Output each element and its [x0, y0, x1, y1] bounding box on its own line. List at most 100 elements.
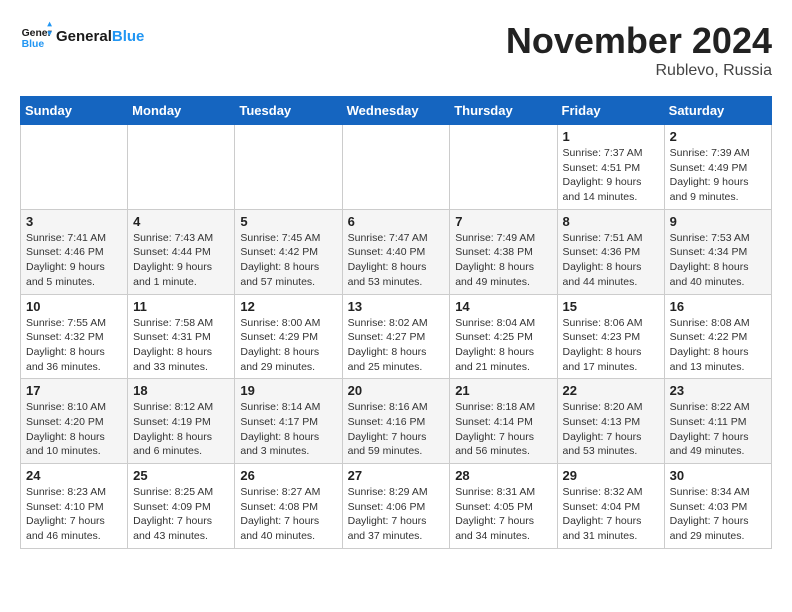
calendar-cell — [235, 125, 342, 210]
day-number: 1 — [563, 129, 659, 144]
calendar-cell: 3 Sunrise: 7:41 AMSunset: 4:46 PMDaylight… — [21, 209, 128, 294]
day-number: 25 — [133, 468, 229, 483]
day-info: Sunrise: 8:31 AMSunset: 4:05 PMDaylight:… — [455, 485, 551, 544]
day-info: Sunrise: 8:10 AMSunset: 4:20 PMDaylight:… — [26, 400, 122, 459]
location: Rublevo, Russia — [506, 62, 772, 80]
day-info: Sunrise: 8:29 AMSunset: 4:06 PMDaylight:… — [348, 485, 445, 544]
day-info: Sunrise: 8:06 AMSunset: 4:23 PMDaylight:… — [563, 316, 659, 375]
day-info: Sunrise: 8:04 AMSunset: 4:25 PMDaylight:… — [455, 316, 551, 375]
day-info: Sunrise: 7:47 AMSunset: 4:40 PMDaylight:… — [348, 231, 445, 290]
day-info: Sunrise: 8:00 AMSunset: 4:29 PMDaylight:… — [240, 316, 336, 375]
day-info: Sunrise: 7:55 AMSunset: 4:32 PMDaylight:… — [26, 316, 122, 375]
day-number: 2 — [670, 129, 766, 144]
calendar-cell — [128, 125, 235, 210]
calendar-cell — [21, 125, 128, 210]
day-info: Sunrise: 8:23 AMSunset: 4:10 PMDaylight:… — [26, 485, 122, 544]
day-info: Sunrise: 7:45 AMSunset: 4:42 PMDaylight:… — [240, 231, 336, 290]
logo: General Blue GeneralBlue — [20, 20, 144, 52]
day-info: Sunrise: 8:08 AMSunset: 4:22 PMDaylight:… — [670, 316, 766, 375]
title-block: November 2024 Rublevo, Russia — [506, 20, 772, 80]
day-number: 11 — [133, 299, 229, 314]
day-number: 28 — [455, 468, 551, 483]
calendar-cell: 10 Sunrise: 7:55 AMSunset: 4:32 PMDayligh… — [21, 294, 128, 379]
calendar-cell: 6 Sunrise: 7:47 AMSunset: 4:40 PMDaylight… — [342, 209, 450, 294]
col-thursday: Thursday — [450, 97, 557, 125]
calendar-cell: 9 Sunrise: 7:53 AMSunset: 4:34 PMDaylight… — [664, 209, 771, 294]
col-wednesday: Wednesday — [342, 97, 450, 125]
day-number: 14 — [455, 299, 551, 314]
day-number: 10 — [26, 299, 122, 314]
calendar-cell: 4 Sunrise: 7:43 AMSunset: 4:44 PMDaylight… — [128, 209, 235, 294]
day-number: 8 — [563, 214, 659, 229]
day-number: 7 — [455, 214, 551, 229]
day-number: 3 — [26, 214, 122, 229]
day-info: Sunrise: 8:20 AMSunset: 4:13 PMDaylight:… — [563, 400, 659, 459]
calendar-cell: 29 Sunrise: 8:32 AMSunset: 4:04 PMDayligh… — [557, 464, 664, 549]
svg-text:Blue: Blue — [22, 39, 45, 50]
calendar-cell: 17 Sunrise: 8:10 AMSunset: 4:20 PMDayligh… — [21, 379, 128, 464]
col-monday: Monday — [128, 97, 235, 125]
day-info: Sunrise: 8:25 AMSunset: 4:09 PMDaylight:… — [133, 485, 229, 544]
day-number: 19 — [240, 383, 336, 398]
calendar-cell: 23 Sunrise: 8:22 AMSunset: 4:11 PMDayligh… — [664, 379, 771, 464]
day-info: Sunrise: 8:16 AMSunset: 4:16 PMDaylight:… — [348, 400, 445, 459]
col-sunday: Sunday — [21, 97, 128, 125]
calendar-week-3: 10 Sunrise: 7:55 AMSunset: 4:32 PMDayligh… — [21, 294, 772, 379]
calendar-cell: 28 Sunrise: 8:31 AMSunset: 4:05 PMDayligh… — [450, 464, 557, 549]
calendar-cell: 18 Sunrise: 8:12 AMSunset: 4:19 PMDayligh… — [128, 379, 235, 464]
day-info: Sunrise: 7:39 AMSunset: 4:49 PMDaylight:… — [670, 146, 766, 205]
month-title: November 2024 — [506, 20, 772, 62]
day-info: Sunrise: 8:22 AMSunset: 4:11 PMDaylight:… — [670, 400, 766, 459]
day-info: Sunrise: 7:49 AMSunset: 4:38 PMDaylight:… — [455, 231, 551, 290]
calendar-week-2: 3 Sunrise: 7:41 AMSunset: 4:46 PMDaylight… — [21, 209, 772, 294]
day-number: 27 — [348, 468, 445, 483]
day-info: Sunrise: 8:12 AMSunset: 4:19 PMDaylight:… — [133, 400, 229, 459]
calendar-cell: 20 Sunrise: 8:16 AMSunset: 4:16 PMDayligh… — [342, 379, 450, 464]
day-number: 15 — [563, 299, 659, 314]
calendar-cell: 14 Sunrise: 8:04 AMSunset: 4:25 PMDayligh… — [450, 294, 557, 379]
calendar-cell: 11 Sunrise: 7:58 AMSunset: 4:31 PMDayligh… — [128, 294, 235, 379]
day-number: 5 — [240, 214, 336, 229]
calendar-cell: 7 Sunrise: 7:49 AMSunset: 4:38 PMDaylight… — [450, 209, 557, 294]
calendar-cell: 16Sunrise: 8:08 AMSunset: 4:22 PMDayligh… — [664, 294, 771, 379]
calendar-cell: 27 Sunrise: 8:29 AMSunset: 4:06 PMDayligh… — [342, 464, 450, 549]
calendar-cell — [342, 125, 450, 210]
calendar-week-4: 17 Sunrise: 8:10 AMSunset: 4:20 PMDayligh… — [21, 379, 772, 464]
calendar-header-row: Sunday Monday Tuesday Wednesday Thursday… — [21, 97, 772, 125]
day-number: 18 — [133, 383, 229, 398]
day-info: Sunrise: 7:51 AMSunset: 4:36 PMDaylight:… — [563, 231, 659, 290]
day-info: Sunrise: 7:43 AMSunset: 4:44 PMDaylight:… — [133, 231, 229, 290]
day-info: Sunrise: 8:18 AMSunset: 4:14 PMDaylight:… — [455, 400, 551, 459]
calendar-cell: 5 Sunrise: 7:45 AMSunset: 4:42 PMDaylight… — [235, 209, 342, 294]
day-number: 13 — [348, 299, 445, 314]
day-info: Sunrise: 8:27 AMSunset: 4:08 PMDaylight:… — [240, 485, 336, 544]
day-number: 12 — [240, 299, 336, 314]
calendar-cell: 15 Sunrise: 8:06 AMSunset: 4:23 PMDayligh… — [557, 294, 664, 379]
day-number: 6 — [348, 214, 445, 229]
calendar-cell: 30Sunrise: 8:34 AMSunset: 4:03 PMDayligh… — [664, 464, 771, 549]
day-info: Sunrise: 7:41 AMSunset: 4:46 PMDaylight:… — [26, 231, 122, 290]
day-number: 30 — [670, 468, 766, 483]
day-info: Sunrise: 8:02 AMSunset: 4:27 PMDaylight:… — [348, 316, 445, 375]
calendar-cell: 13 Sunrise: 8:02 AMSunset: 4:27 PMDayligh… — [342, 294, 450, 379]
day-number: 20 — [348, 383, 445, 398]
day-number: 17 — [26, 383, 122, 398]
logo-icon: General Blue — [20, 20, 52, 52]
calendar-cell: 22Sunrise: 8:20 AMSunset: 4:13 PMDayligh… — [557, 379, 664, 464]
day-number: 4 — [133, 214, 229, 229]
logo-text: GeneralBlue — [56, 28, 144, 45]
calendar-cell: 2 Sunrise: 7:39 AMSunset: 4:49 PMDaylight… — [664, 125, 771, 210]
day-number: 9 — [670, 214, 766, 229]
calendar-cell — [450, 125, 557, 210]
calendar-cell: 25 Sunrise: 8:25 AMSunset: 4:09 PMDayligh… — [128, 464, 235, 549]
day-info: Sunrise: 7:53 AMSunset: 4:34 PMDaylight:… — [670, 231, 766, 290]
day-info: Sunrise: 8:32 AMSunset: 4:04 PMDaylight:… — [563, 485, 659, 544]
col-saturday: Saturday — [664, 97, 771, 125]
calendar-cell: 1Sunrise: 7:37 AMSunset: 4:51 PMDaylight… — [557, 125, 664, 210]
day-info: Sunrise: 7:58 AMSunset: 4:31 PMDaylight:… — [133, 316, 229, 375]
day-number: 23 — [670, 383, 766, 398]
calendar-cell: 12 Sunrise: 8:00 AMSunset: 4:29 PMDayligh… — [235, 294, 342, 379]
day-number: 24 — [26, 468, 122, 483]
calendar-cell: 21Sunrise: 8:18 AMSunset: 4:14 PMDayligh… — [450, 379, 557, 464]
day-number: 29 — [563, 468, 659, 483]
